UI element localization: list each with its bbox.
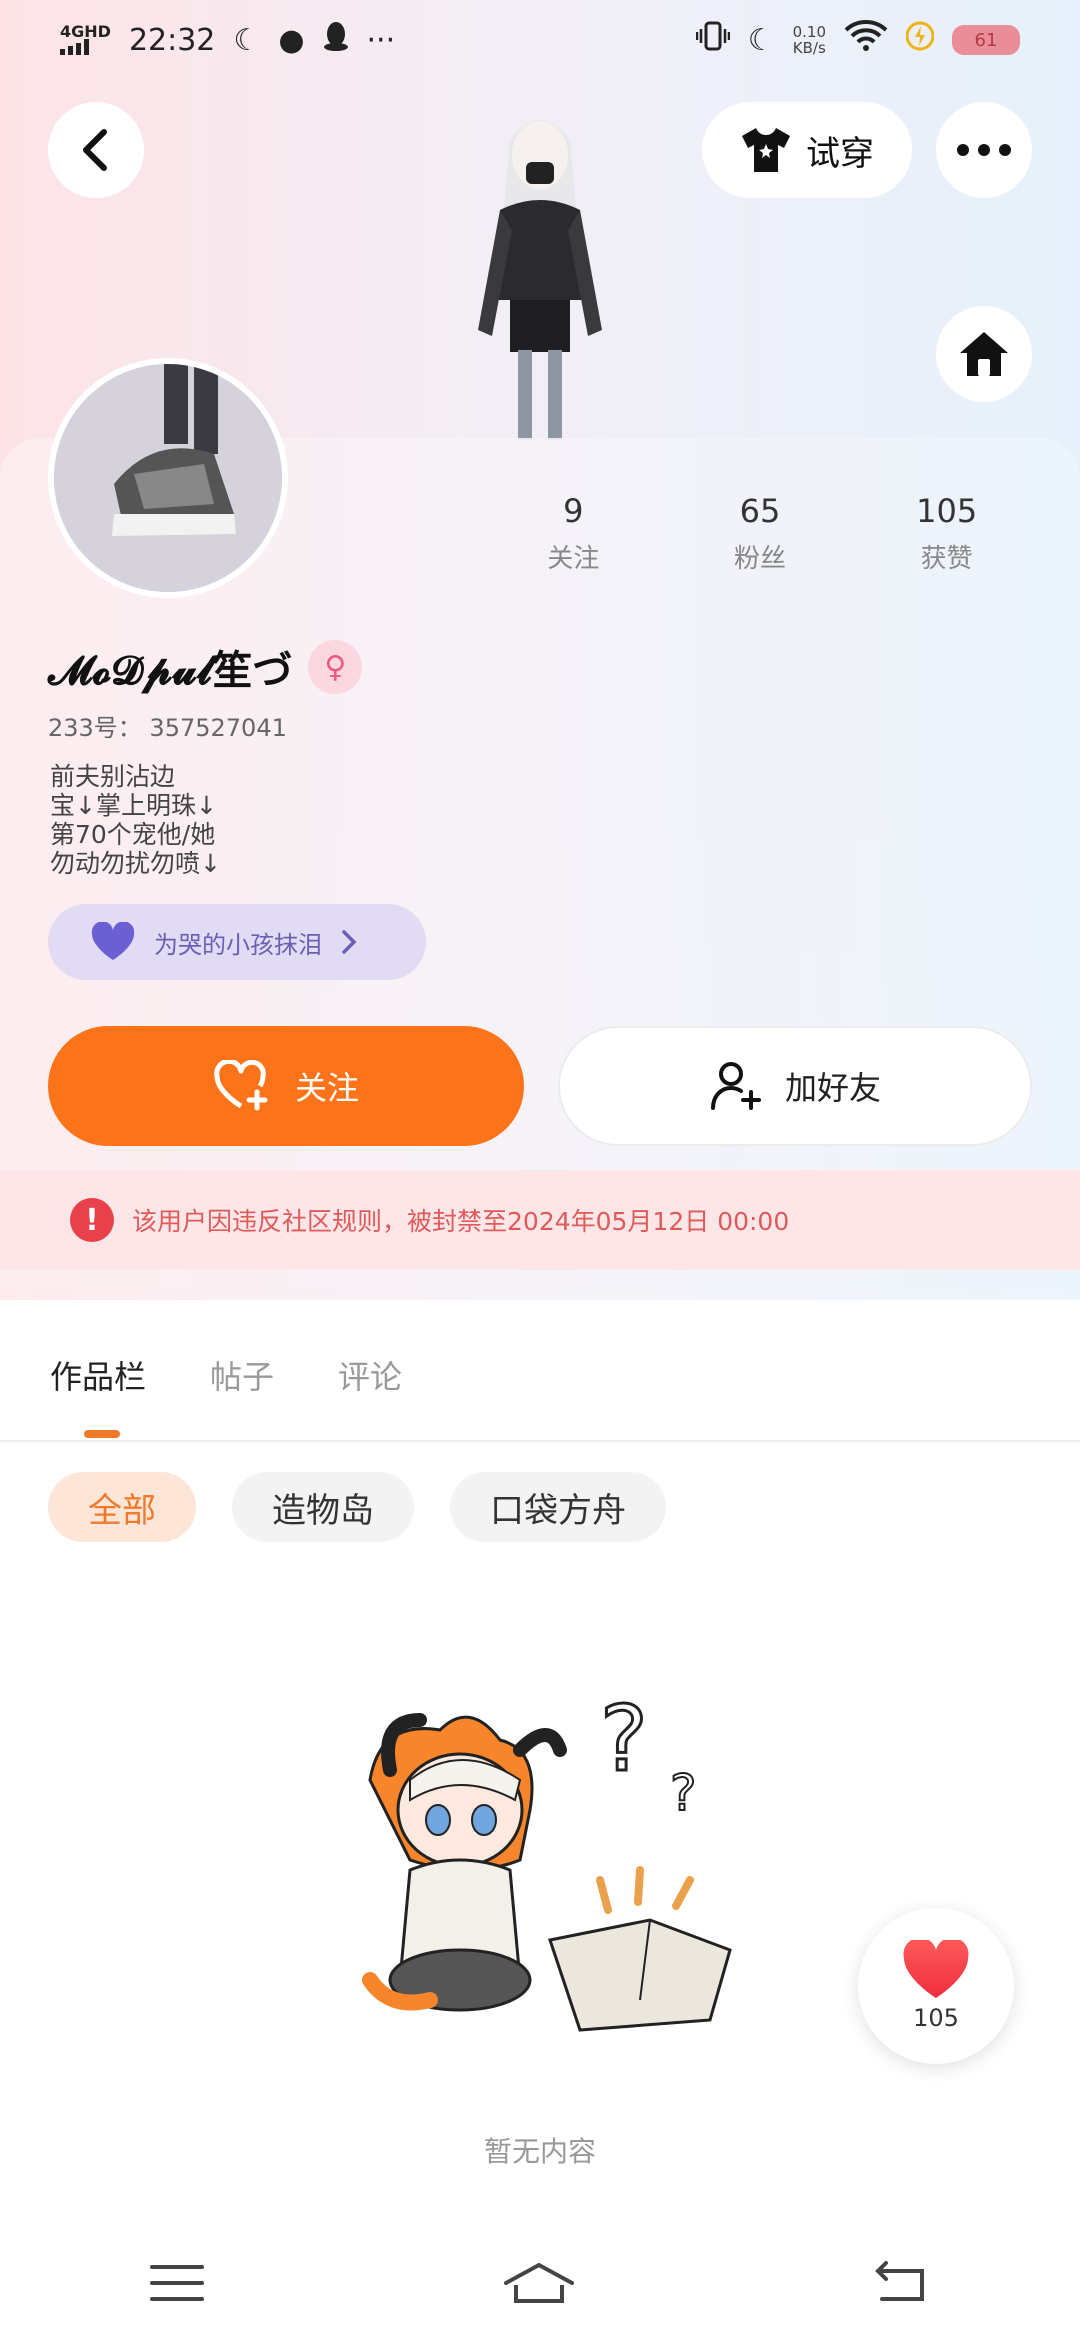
charging-icon [905,21,935,59]
battery-indicator: 61 [952,25,1020,55]
vibrate-icon [695,21,730,59]
like-count: 105 [913,2004,959,2032]
menu-nav-button[interactable] [150,2263,204,2307]
filter-pocket-ark[interactable]: 口袋方舟 [450,1472,666,1542]
empty-state-text: 暂无内容 [483,2135,596,2168]
moon-icon: ☾ [233,22,261,58]
profile-stats: 9 关注 65 粉丝 105 获赞 [480,492,1040,575]
home-outline-icon [504,2262,574,2303]
signal-icon [60,39,111,55]
heart-icon [903,1940,969,1998]
medal-label: 为哭的小孩抹泪 [154,930,322,959]
back-nav-button[interactable] [874,2261,930,2309]
home-icon [960,332,1008,376]
tab-works[interactable]: 作品栏 [50,1352,146,1398]
do-not-disturb-icon: ☾ [747,22,775,58]
try-on-button[interactable]: 试穿 [702,102,912,198]
stat-label: 获赞 [920,544,973,574]
svg-text:?: ? [670,1764,697,1822]
network-type: 4GHD [60,22,111,41]
filter-all[interactable]: 全部 [48,1472,196,1542]
menu-icon [150,2265,204,2301]
svg-text:?: ? [600,1687,648,1792]
filter-chips: 全部 造物岛 口袋方舟 [48,1472,666,1542]
ban-notice-text: 该用户因违反社区规则，被封禁至2024年05月12日 00:00 [132,1207,790,1236]
app-notification-icon: ● [278,22,305,58]
stat-followers[interactable]: 65 粉丝 [667,492,854,575]
avatar-3d-figure[interactable] [430,100,650,440]
content-tabs: 作品栏 帖子 评论 [50,1352,402,1398]
stat-label: 粉丝 [734,544,787,574]
female-icon: ♀ [308,640,363,694]
shirt-icon [742,128,790,172]
chevron-left-icon [83,129,107,171]
network-indicator: 4GHD [60,22,111,55]
more-horizontal-icon [957,144,1011,156]
like-button[interactable]: 105 [858,1908,1014,2064]
medal-badge[interactable]: 为哭的小孩抹泪 [48,904,426,980]
active-tab-indicator [84,1430,120,1438]
chevron-right-icon [342,930,357,954]
add-friend-button[interactable]: 加好友 [558,1026,1032,1146]
stat-label: 关注 [547,544,600,574]
empty-state-illustration: ? ? [350,1680,770,2080]
more-notifications-icon: ··· [366,22,396,58]
tab-comments[interactable]: 评论 [338,1352,402,1398]
wifi-icon [844,20,888,60]
alert-icon: ! [70,1198,114,1242]
add-user-icon [710,1062,761,1110]
heart-plus-icon [214,1060,268,1111]
gender-symbol: ♀ [324,649,347,685]
stat-value: 105 [916,492,978,530]
avatar[interactable] [48,358,288,598]
filter-creation-island[interactable]: 造物岛 [232,1472,414,1542]
follow-button[interactable]: 关注 [48,1026,524,1146]
stat-value: 9 [563,492,584,530]
user-id[interactable]: 233号： 357527041 [48,708,287,743]
heart-medal-icon [91,922,135,960]
back-arrow-icon [875,2261,924,2301]
system-nav-bar [0,2230,1080,2340]
username: 𝓜𝓸𝓓𝓹𝓾𝓵笙づ [48,648,293,694]
qq-icon [323,21,349,59]
network-speed: 0.10 KB/s [792,23,826,57]
stat-value: 65 [739,492,781,530]
clock: 22:32 [128,22,216,58]
ban-notice: ! 该用户因违反社区规则，被封禁至2024年05月12日 00:00 [0,1170,1080,1270]
tabs-divider [0,1440,1080,1442]
add-friend-label: 加好友 [784,1069,881,1107]
stat-likes[interactable]: 105 获赞 [853,492,1040,575]
more-options-button[interactable] [936,102,1032,198]
back-button[interactable] [48,102,144,198]
status-bar: 4GHD 22:32 ☾ ● ··· ☾ 0.10 KB/s 61 [0,0,1080,80]
stat-following[interactable]: 9 关注 [480,492,667,575]
bio: 前夫别沾边 宝↓掌上明珠↓ 第70个宠他/她 勿动勿扰勿喷↓ [50,762,221,878]
home-button[interactable] [936,306,1032,402]
try-on-label: 试穿 [806,133,874,174]
tab-posts[interactable]: 帖子 [210,1352,274,1398]
follow-label: 关注 [294,1069,359,1107]
home-nav-button[interactable] [504,2261,574,2309]
username-row: 𝓜𝓸𝓓𝓹𝓾𝓵笙づ ♀ [48,638,363,696]
